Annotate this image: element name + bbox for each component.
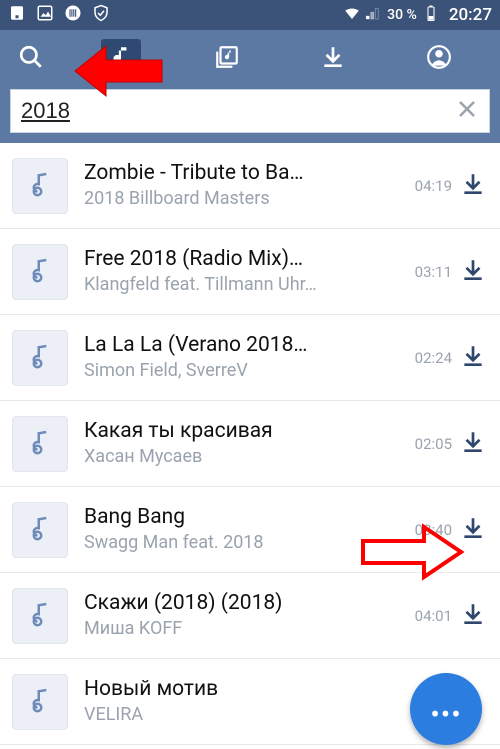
download-icon [320, 44, 346, 74]
track-title: Какая ты красивая [84, 418, 396, 445]
download-button[interactable] [452, 515, 494, 545]
music-note-icon [25, 341, 55, 375]
download-button[interactable] [452, 601, 494, 631]
track-duration: 04:19 [406, 177, 452, 195]
track-row[interactable]: Free 2018 (Radio Mix)… Klangfeld feat. T… [0, 229, 500, 315]
track-title: La La La (Verano 2018… [84, 332, 396, 359]
track-thumb [12, 502, 68, 558]
music-note-icon [25, 427, 55, 461]
status-bar: 30 % 20:27 [0, 0, 500, 30]
music-note-icon [108, 44, 134, 74]
profile-icon [426, 44, 452, 74]
music-note-icon [25, 255, 55, 289]
track-title: Zombie - Tribute to Ba… [84, 160, 396, 187]
track-info: Free 2018 (Radio Mix)… Klangfeld feat. T… [68, 246, 406, 297]
battery-percentage: 30 % [387, 7, 417, 23]
track-row[interactable]: Bang Bang Swagg Man feat. 2018 03:40 [0, 487, 500, 573]
download-button[interactable] [452, 171, 494, 201]
track-info: Zombie - Tribute to Ba… 2018 Billboard M… [68, 160, 406, 211]
track-duration: 02:24 [406, 349, 452, 367]
tab-music[interactable] [68, 30, 174, 88]
track-artist: Миша KOFF [84, 617, 396, 640]
track-thumb [12, 674, 68, 730]
download-icon [460, 601, 486, 631]
track-duration: 03:11 [406, 263, 452, 281]
track-artist: Klangfeld feat. Tillmann Uhr… [84, 273, 396, 296]
music-note-icon [25, 599, 55, 633]
download-icon [460, 343, 486, 373]
notification-icon [8, 4, 26, 26]
download-icon [460, 171, 486, 201]
clear-button[interactable] [455, 97, 479, 125]
track-title: Новый мотив [84, 676, 396, 703]
track-info: Новый мотив VELIRA [68, 676, 406, 727]
library-music-icon [214, 44, 240, 74]
clock: 20:27 [449, 5, 492, 25]
track-title: Free 2018 (Radio Mix)… [84, 246, 396, 273]
track-artist: 2018 Billboard Masters [84, 187, 396, 210]
search-box[interactable] [10, 89, 490, 133]
search-input[interactable] [21, 98, 455, 124]
download-icon [460, 515, 486, 545]
music-note-icon [25, 685, 55, 719]
track-row[interactable]: Какая ты красивая Хасан Мусаев 02:05 [0, 401, 500, 487]
track-info: Какая ты красивая Хасан Мусаев [68, 418, 406, 469]
music-note-icon [25, 513, 55, 547]
track-duration: 02:05 [406, 435, 452, 453]
track-info: Bang Bang Swagg Man feat. 2018 [68, 504, 406, 555]
track-info: La La La (Verano 2018… Simon Field, Sver… [68, 332, 406, 383]
close-icon [455, 106, 479, 125]
wifi-icon [343, 4, 361, 26]
track-artist: VELIRA [84, 703, 396, 726]
tab-library[interactable] [174, 30, 280, 88]
track-title: Bang Bang [84, 504, 396, 531]
track-duration: 03:40 [406, 521, 452, 539]
tab-profile[interactable] [386, 30, 492, 88]
search-icon [18, 44, 44, 74]
battery-icon [422, 4, 440, 26]
search-row [0, 88, 500, 143]
download-button[interactable] [452, 257, 494, 287]
track-thumb [12, 158, 68, 214]
track-duration: 04:01 [406, 607, 452, 625]
track-row[interactable]: Скажи (2018) (2018) Миша KOFF 04:01 [0, 573, 500, 659]
fab-more[interactable]: ••• [410, 673, 482, 745]
track-artist: Хасан Мусаев [84, 445, 396, 468]
track-thumb [12, 330, 68, 386]
track-title: Скажи (2018) (2018) [84, 590, 396, 617]
track-artist: Simon Field, SverreV [84, 359, 396, 382]
track-thumb [12, 416, 68, 472]
track-info: Скажи (2018) (2018) Миша KOFF [68, 590, 406, 641]
signal-icon [364, 4, 382, 26]
download-button[interactable] [452, 429, 494, 459]
track-thumb [12, 588, 68, 644]
track-thumb [12, 244, 68, 300]
image-icon [36, 4, 54, 26]
barcode-icon [64, 4, 82, 26]
shield-icon [92, 4, 110, 26]
track-artist: Swagg Man feat. 2018 [84, 531, 396, 554]
music-note-icon [25, 169, 55, 203]
track-list: Zombie - Tribute to Ba… 2018 Billboard M… [0, 143, 500, 745]
track-row[interactable]: La La La (Verano 2018… Simon Field, Sver… [0, 315, 500, 401]
download-icon [460, 429, 486, 459]
search-tab[interactable] [8, 30, 68, 88]
track-row[interactable]: Zombie - Tribute to Ba… 2018 Billboard M… [0, 143, 500, 229]
tab-downloads[interactable] [280, 30, 386, 88]
download-icon [460, 257, 486, 287]
toolbar [0, 30, 500, 88]
download-button[interactable] [452, 343, 494, 373]
